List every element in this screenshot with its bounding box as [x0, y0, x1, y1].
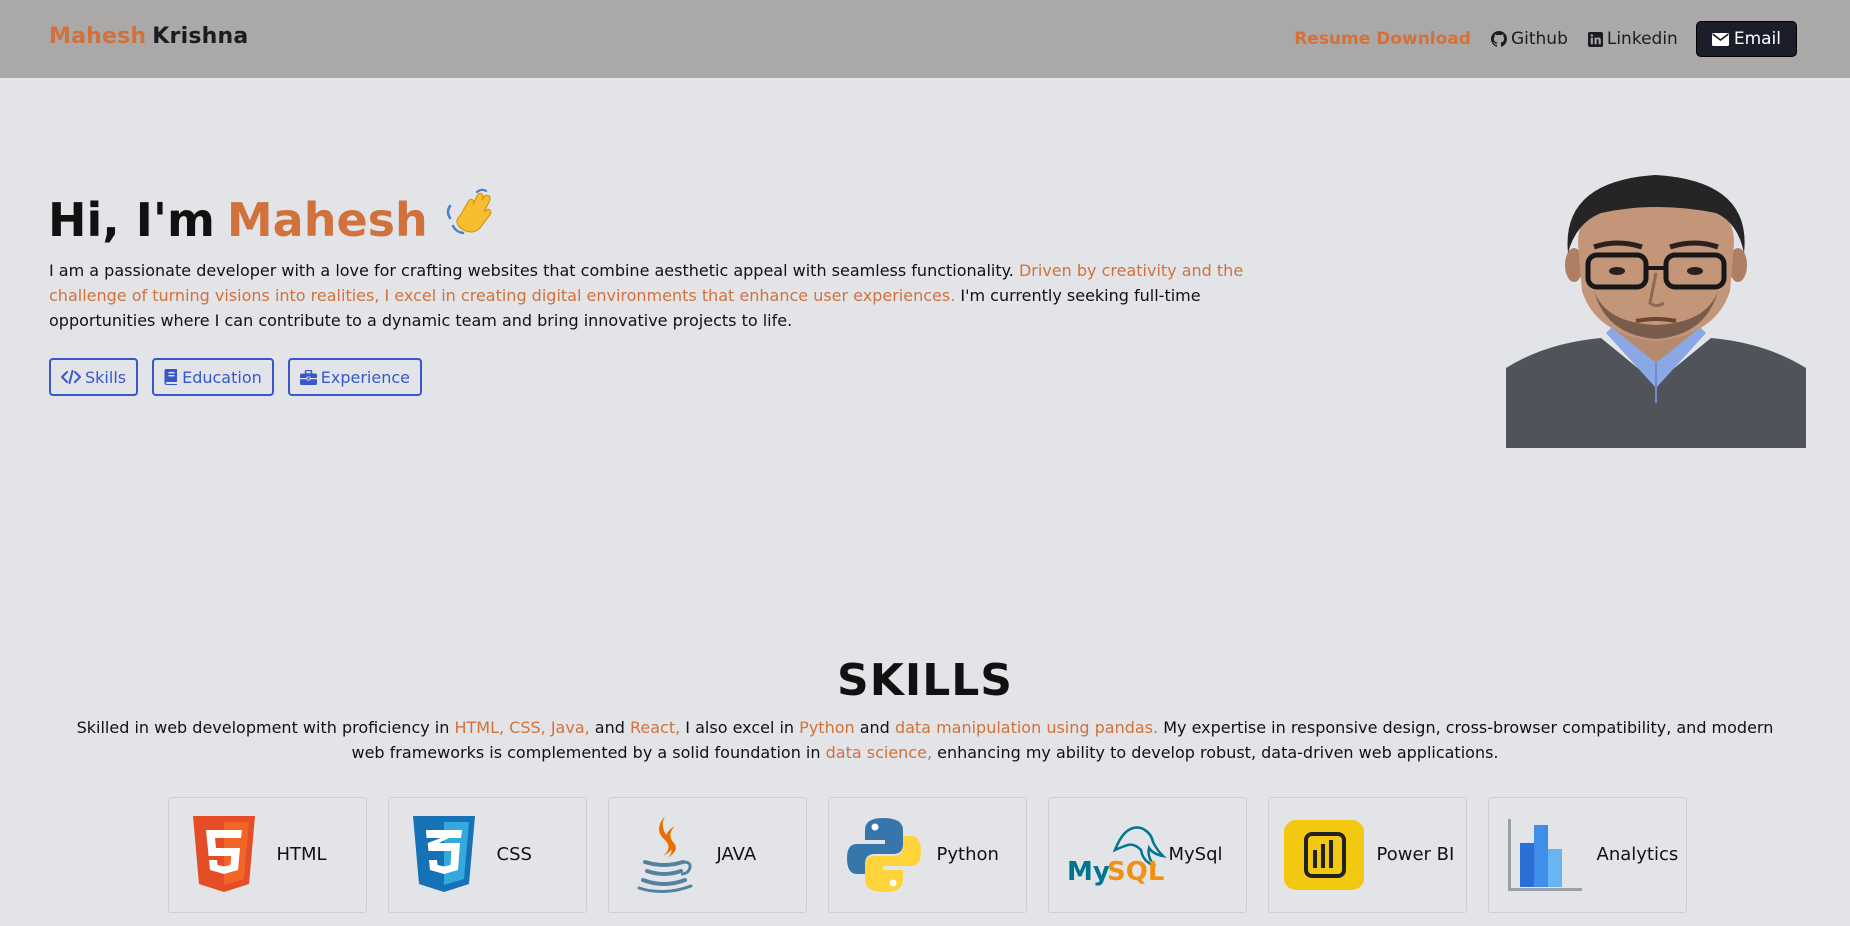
skill-card-powerbi: Power BI — [1268, 797, 1467, 913]
experience-button-label: Experience — [320, 367, 410, 387]
skills-desc-highlight-4: data manipulation using pandas. — [894, 718, 1159, 737]
experience-button[interactable]: Experience — [287, 358, 422, 396]
hero-name: Mahesh — [226, 193, 428, 247]
skills-desc-text-1: Skilled in web development with proficie… — [76, 718, 450, 737]
education-button[interactable]: Education — [152, 358, 274, 396]
education-button-label: Education — [182, 367, 262, 387]
skill-label: JAVA — [716, 844, 757, 865]
skill-label: MySql — [1168, 844, 1223, 865]
linkedin-link[interactable]: Linkedin — [1587, 29, 1678, 49]
skills-desc-highlight-1: HTML, CSS, Java, — [454, 718, 590, 737]
html5-icon — [179, 810, 269, 900]
java-icon — [619, 810, 709, 900]
hero-buttons: Skills Education Experience — [49, 358, 436, 396]
linkedin-label: Linkedin — [1606, 29, 1678, 49]
nav-links: Resume Download Github Linkedin Email — [1294, 21, 1797, 57]
brand-last-name: Krishna — [152, 24, 249, 49]
skill-card-html: HTML — [168, 797, 367, 913]
skills-desc-highlight-5: data science, — [825, 743, 933, 762]
skills-desc-text-6: enhancing my ability to develop robust, … — [937, 743, 1499, 762]
email-button[interactable]: Email — [1695, 21, 1797, 57]
skills-desc-highlight-2: React, — [630, 718, 681, 737]
skill-label: Power BI — [1376, 844, 1455, 865]
skill-label: Python — [936, 844, 999, 865]
powerbi-icon — [1279, 810, 1369, 900]
skill-card-mysql: My SQL MySql — [1048, 797, 1247, 913]
mysql-icon: My SQL — [1067, 810, 1167, 900]
skill-card-python: Python — [828, 797, 1027, 913]
brand-first-name: Mahesh — [49, 24, 147, 49]
book-icon — [164, 369, 178, 385]
intro-paragraph: I am a passionate developer with a love … — [49, 258, 1249, 333]
code-icon — [61, 370, 81, 384]
skills-cards: HTML CSS JAVA Python My SQL MySql Power … — [168, 797, 1708, 913]
skill-label: CSS — [496, 844, 532, 865]
skills-button-label: Skills — [85, 367, 127, 387]
svg-text:SQL: SQL — [1107, 857, 1164, 887]
github-icon — [1490, 31, 1507, 47]
brand-logo[interactable]: Mahesh Krishna — [49, 24, 248, 49]
hero-title: Hi, I'm Mahesh — [48, 188, 494, 253]
python-icon — [839, 810, 929, 900]
skills-desc-text-4: and — [859, 718, 890, 737]
analytics-icon — [1499, 810, 1589, 900]
navbar: Mahesh Krishna Resume Download Github Lin… — [0, 0, 1850, 78]
skills-heading: SKILLS — [837, 655, 1013, 706]
github-label: Github — [1510, 29, 1568, 49]
resume-download-link[interactable]: Resume Download — [1294, 29, 1471, 49]
envelope-icon — [1711, 32, 1729, 46]
profile-photo — [1506, 173, 1806, 448]
skills-description: Skilled in web development with proficie… — [60, 715, 1790, 765]
skills-button[interactable]: Skills — [49, 358, 139, 396]
skill-label: HTML — [276, 844, 327, 865]
email-label: Email — [1733, 29, 1781, 49]
github-link[interactable]: Github — [1490, 29, 1568, 49]
briefcase-icon — [299, 369, 317, 385]
hero-greeting: Hi, I'm — [48, 193, 215, 247]
skill-card-java: JAVA — [608, 797, 807, 913]
skill-label: Analytics — [1596, 844, 1679, 865]
skills-desc-text-2: and — [594, 718, 625, 737]
skills-desc-highlight-3: Python — [799, 718, 855, 737]
intro-text-1: I am a passionate developer with a love … — [49, 261, 1014, 280]
waving-hand-icon — [444, 188, 494, 247]
skills-desc-text-3: I also excel in — [685, 718, 795, 737]
css3-icon — [399, 810, 489, 900]
skill-card-analytics: Analytics — [1488, 797, 1687, 913]
svg-text:My: My — [1067, 857, 1110, 887]
skill-card-css: CSS — [388, 797, 587, 913]
linkedin-icon — [1587, 31, 1603, 47]
